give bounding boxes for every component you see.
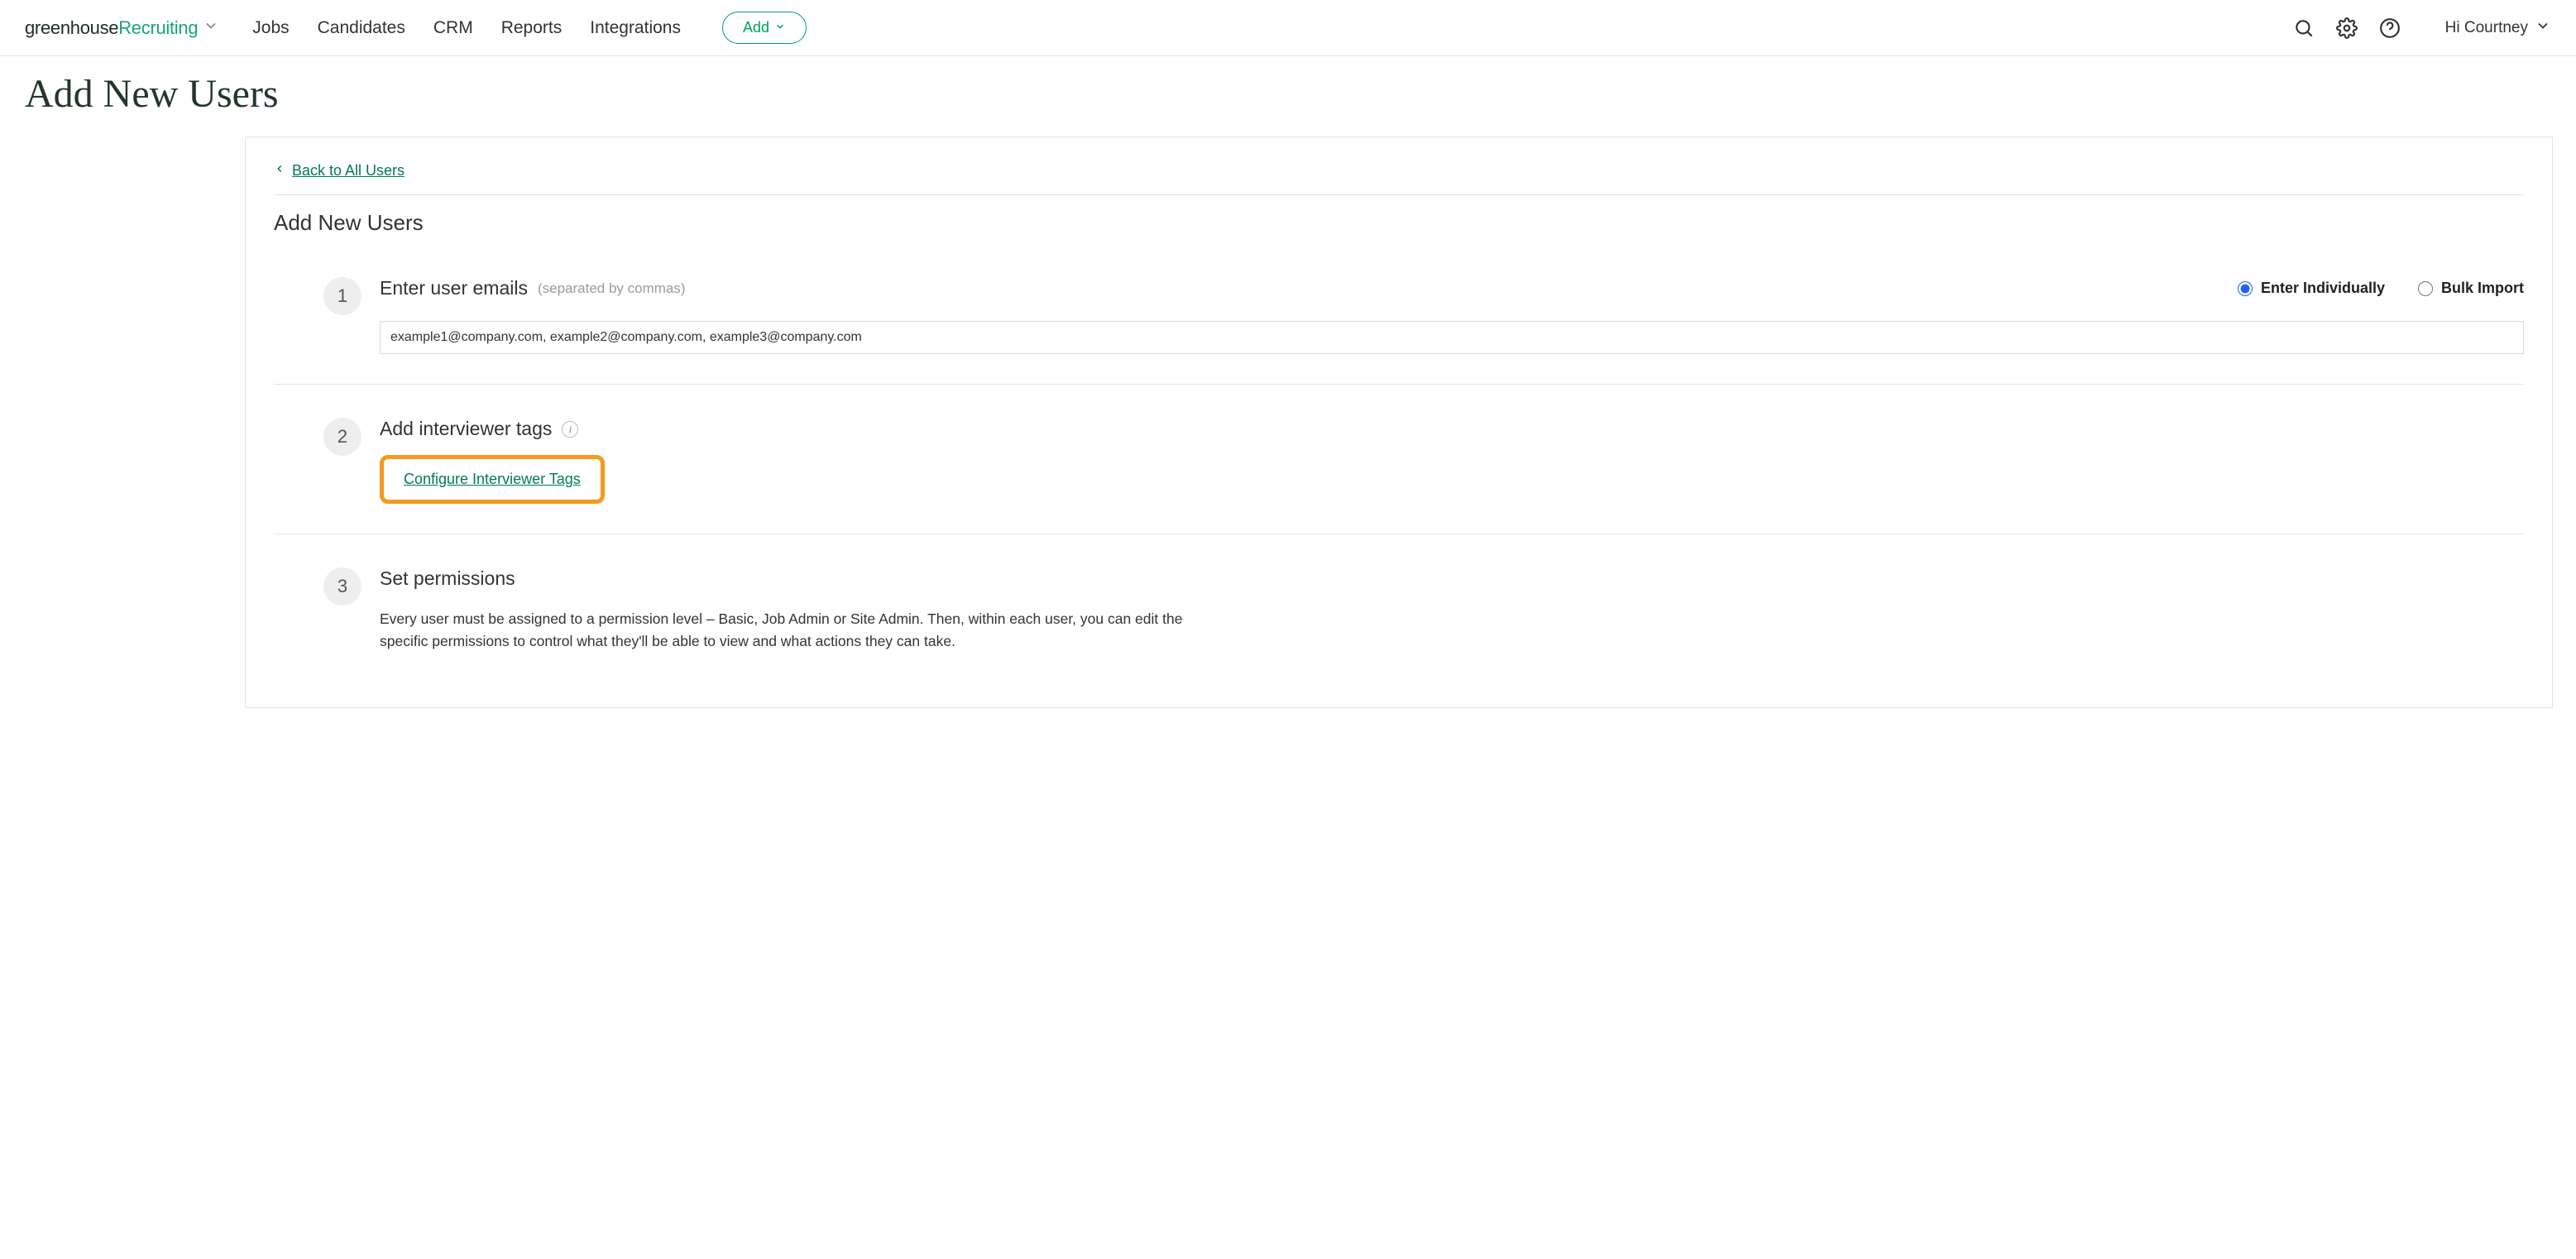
step-1-hint: (separated by commas) [538, 280, 686, 297]
radio-bulk-import[interactable]: Bulk Import [2418, 280, 2524, 297]
step-number: 2 [323, 418, 362, 456]
step-3-description: Every user must be assigned to a permiss… [380, 608, 1207, 653]
nav-crm[interactable]: CRM [433, 18, 473, 38]
step-2: 2 Add interviewer tags i Configure Inter… [274, 385, 2524, 534]
step-2-title: Add interviewer tags [380, 418, 552, 440]
nav-reports[interactable]: Reports [501, 18, 563, 38]
nav-jobs[interactable]: Jobs [252, 18, 289, 38]
info-icon[interactable]: i [562, 421, 578, 438]
step-3: 3 Set permissions Every user must be ass… [274, 534, 2524, 682]
page-title: Add New Users [0, 56, 2576, 136]
radio-enter-individually[interactable]: Enter Individually [2238, 280, 2385, 297]
step-number: 3 [323, 567, 362, 606]
back-to-all-users-link[interactable]: Back to All Users [292, 162, 405, 180]
add-button-label: Add [743, 19, 769, 36]
user-menu[interactable]: Hi Courtney [2445, 17, 2551, 39]
step-1-title: Enter user emails [380, 277, 528, 299]
nav-icons: Hi Courtney [2293, 17, 2551, 39]
back-link-row: Back to All Users [274, 162, 2524, 195]
logo[interactable]: greenhouse Recruiting [25, 17, 219, 39]
input-method-radios: Enter Individually Bulk Import [2238, 280, 2524, 297]
gear-icon[interactable] [2336, 17, 2358, 39]
help-icon[interactable] [2379, 17, 2401, 39]
nav-links: Jobs Candidates CRM Reports Integrations [252, 18, 681, 38]
chevron-left-icon [274, 163, 285, 179]
nav-integrations[interactable]: Integrations [590, 18, 681, 38]
chevron-down-icon [2535, 17, 2551, 39]
step-3-title: Set permissions [380, 567, 515, 590]
panel-heading: Add New Users [274, 195, 2524, 244]
user-emails-input[interactable] [380, 321, 2524, 354]
radio-enter-individually-input[interactable] [2238, 281, 2253, 296]
search-icon[interactable] [2293, 17, 2315, 39]
nav-candidates[interactable]: Candidates [318, 18, 405, 38]
step-number: 1 [323, 277, 362, 315]
configure-highlight: Configure Interviewer Tags [380, 455, 605, 504]
step-1: 1 Enter user emails (separated by commas… [274, 244, 2524, 385]
logo-text-dark: greenhouse [25, 17, 118, 39]
add-button[interactable]: Add [722, 12, 807, 44]
chevron-down-icon[interactable] [198, 17, 219, 39]
top-nav: greenhouse Recruiting Jobs Candidates CR… [0, 0, 2576, 56]
logo-text-green: Recruiting [118, 17, 198, 39]
radio-bulk-import-label: Bulk Import [2441, 280, 2524, 297]
radio-enter-individually-label: Enter Individually [2261, 280, 2385, 297]
user-greeting-text: Hi Courtney [2445, 19, 2528, 37]
configure-interviewer-tags-link[interactable]: Configure Interviewer Tags [404, 471, 581, 487]
chevron-down-icon [774, 19, 786, 36]
main-panel: Back to All Users Add New Users 1 Enter … [245, 136, 2553, 708]
radio-bulk-import-input[interactable] [2418, 281, 2433, 296]
